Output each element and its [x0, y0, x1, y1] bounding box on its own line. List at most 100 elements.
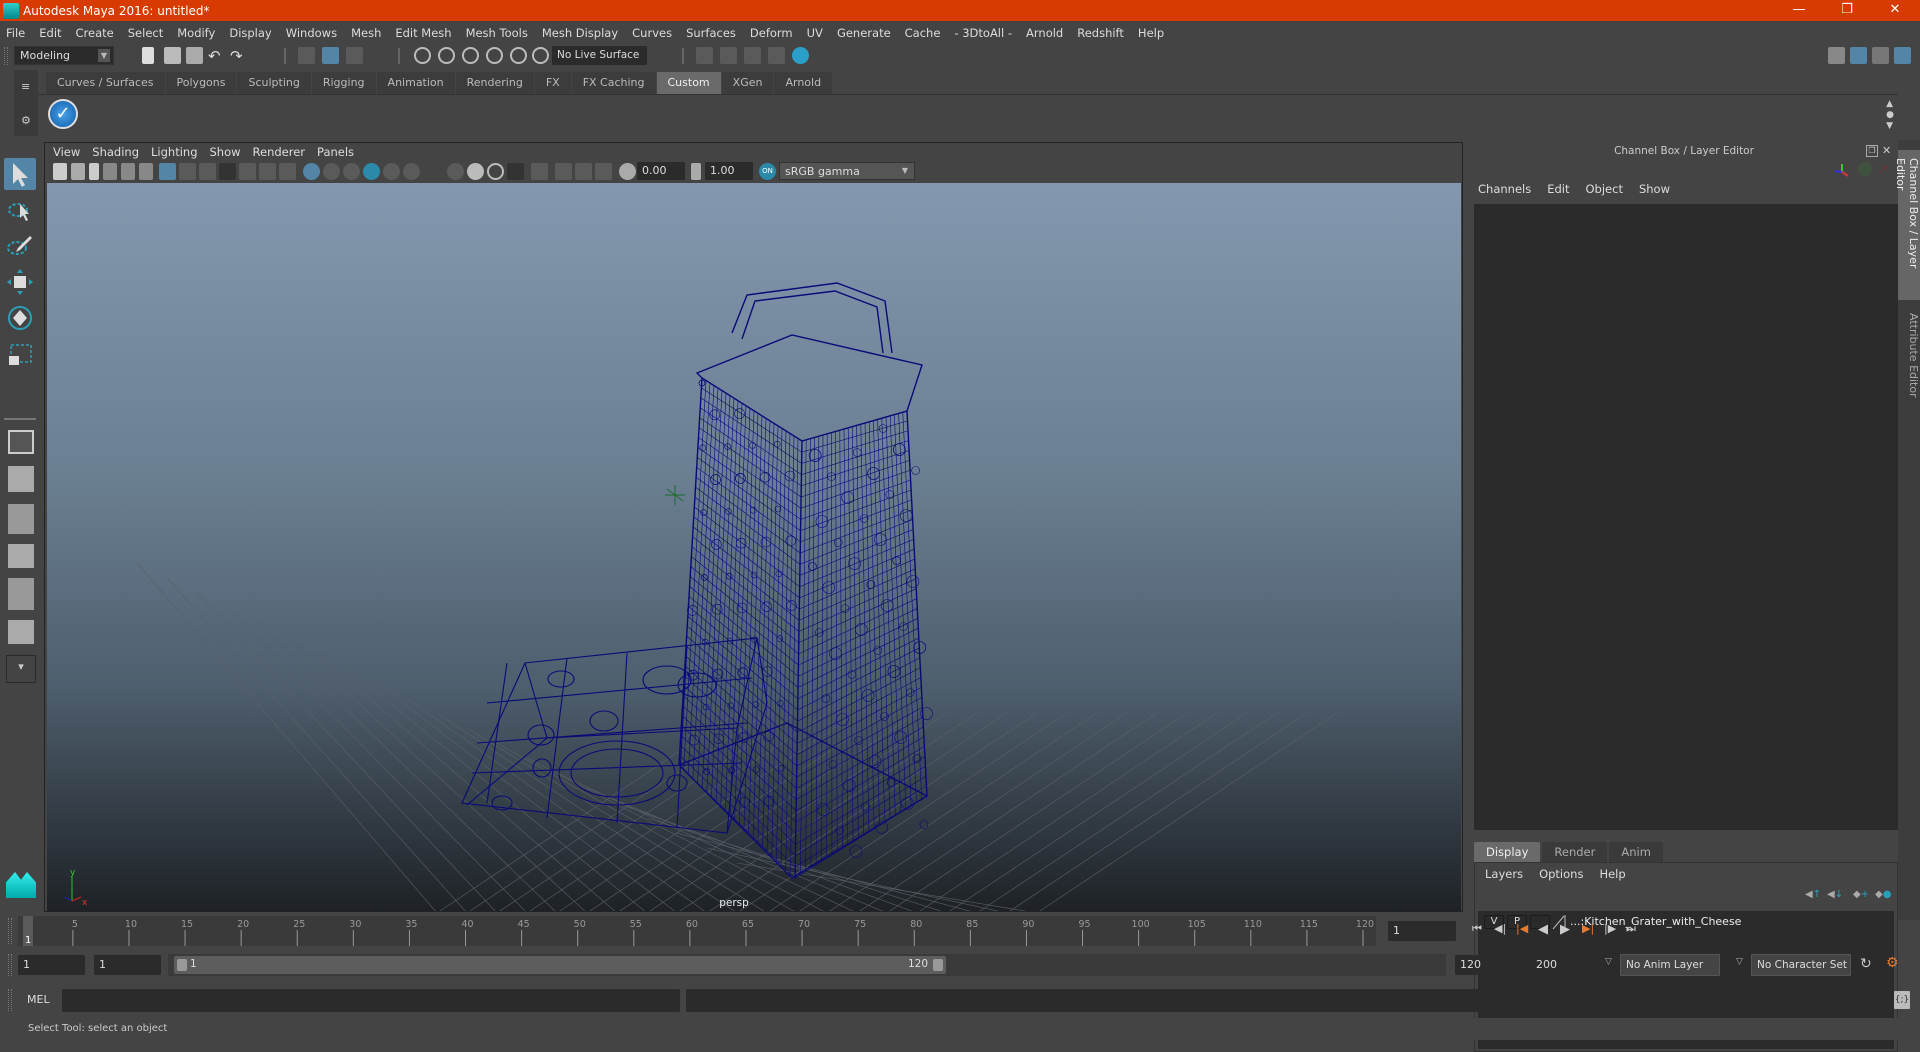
tab-channel-box-layer-editor[interactable]: Channel Box / Layer Editor	[1894, 150, 1920, 300]
camera-attributes-icon[interactable]	[71, 163, 85, 180]
anim-layer-dropdown[interactable]: No Anim Layer	[1620, 954, 1720, 976]
select-tool-button[interactable]	[4, 158, 36, 190]
ipr-render-icon[interactable]	[744, 47, 761, 64]
shelf-tab-sculpting[interactable]: Sculpting	[237, 72, 312, 94]
gamma-field[interactable]: 1.00	[705, 162, 753, 180]
play-backwards-icon[interactable]: ◀	[1538, 922, 1548, 937]
new-scene-icon[interactable]	[142, 47, 154, 64]
shelf-tab-fx[interactable]: FX	[534, 72, 572, 94]
script-editor-icon[interactable]: {;}	[1894, 991, 1910, 1009]
channel-box-toggle-icon[interactable]	[1894, 47, 1911, 64]
lasso-tool-button[interactable]	[4, 194, 36, 226]
move-layer-down-icon[interactable]: ◀↓	[1827, 889, 1843, 900]
range-end-handle[interactable]	[933, 959, 943, 971]
viewport-menu-panels[interactable]: Panels	[317, 145, 354, 159]
safe-action-icon[interactable]	[259, 163, 276, 180]
render-frame-icon[interactable]	[696, 47, 713, 64]
drag-handle[interactable]	[4, 47, 8, 65]
character-set-dropdown-arrow-icon[interactable]: ▽	[1736, 957, 1743, 967]
move-tool-button[interactable]	[4, 266, 36, 298]
range-slider[interactable]: 1 120	[174, 956, 946, 974]
character-set-dropdown[interactable]: No Character Set	[1751, 954, 1851, 976]
layout-options-button[interactable]: ▾	[6, 655, 36, 683]
undo-icon[interactable]: ↶	[208, 47, 225, 65]
channel-box-menu-object[interactable]: Object	[1586, 182, 1623, 196]
viewport-menu-lighting[interactable]: Lighting	[151, 145, 197, 159]
current-frame-field[interactable]: 1	[1388, 921, 1456, 941]
shelf-tab-fx-caching[interactable]: FX Caching	[571, 72, 657, 94]
menu-uv[interactable]: UV	[807, 26, 823, 40]
select-object-icon[interactable]	[322, 47, 339, 64]
viewport-menu-renderer[interactable]: Renderer	[253, 145, 306, 159]
close-button[interactable]: ✕	[1872, 0, 1918, 21]
snap-live-icon[interactable]	[510, 47, 527, 64]
menu-surfaces[interactable]: Surfaces	[686, 26, 736, 40]
viewport-menu-show[interactable]: Show	[210, 145, 241, 159]
menu-modify[interactable]: Modify	[177, 26, 215, 40]
step-forward-key-icon[interactable]: ▶|	[1582, 922, 1594, 935]
modeling-toolkit-icon[interactable]	[1828, 47, 1845, 64]
command-line-drag-handle[interactable]	[8, 989, 12, 1011]
playback-start-field[interactable]: 1	[94, 955, 161, 975]
attribute-editor-toggle-icon[interactable]	[1850, 47, 1867, 64]
menu-mesh-display[interactable]: Mesh Display	[542, 26, 618, 40]
color-space-dropdown[interactable]: sRGB gamma ▼	[779, 162, 915, 180]
snap-surface-icon[interactable]	[532, 47, 549, 64]
channel-box-menu-channels[interactable]: Channels	[1478, 182, 1531, 196]
menu-3dtoall[interactable]: - 3DtoAll -	[954, 26, 1012, 40]
shelf-tab-custom[interactable]: Custom	[656, 72, 722, 94]
smooth-shade-icon[interactable]	[323, 163, 340, 180]
redo-icon[interactable]: ↷	[230, 47, 247, 65]
xray-joints-icon[interactable]	[467, 163, 484, 180]
layer-menu-layers[interactable]: Layers	[1485, 867, 1523, 881]
maximize-button[interactable]: ❐	[1824, 0, 1870, 21]
command-input[interactable]	[62, 989, 680, 1012]
ambient-occlusion-icon[interactable]	[423, 163, 440, 180]
menu-cache[interactable]: Cache	[905, 26, 941, 40]
select-hierarchy-icon[interactable]	[298, 47, 315, 64]
2d-pan-zoom-icon[interactable]	[121, 163, 135, 180]
textured-icon[interactable]	[363, 163, 380, 180]
hyperbolic-toggle-icon[interactable]: ↗	[1878, 162, 1892, 176]
time-slider[interactable]: 1 5 10 15 20 25 30 35 40 45 50 55 60 65 70 75 80 85 90 95 10…	[18, 916, 1376, 946]
select-camera-icon[interactable]	[531, 163, 548, 180]
xray-icon[interactable]	[447, 163, 464, 180]
step-forward-frame-icon[interactable]: |▶	[1604, 922, 1616, 935]
image-plane-icon[interactable]	[103, 163, 117, 180]
3d-viewport[interactable]: y x persp	[47, 183, 1461, 911]
persp-graph-layout-icon[interactable]	[8, 544, 34, 568]
menuset-dropdown[interactable]: Modeling ▼	[14, 46, 114, 65]
scale-tool-button[interactable]	[4, 338, 36, 370]
range-start-handle[interactable]	[177, 959, 187, 971]
render-sequence-icon[interactable]	[720, 47, 737, 64]
speed-toggle-icon[interactable]	[1858, 162, 1872, 176]
film-gate-icon[interactable]	[179, 163, 196, 180]
hypershade-icon[interactable]	[792, 47, 809, 64]
menu-mesh-tools[interactable]: Mesh Tools	[466, 26, 528, 40]
go-to-end-icon[interactable]: ⏭	[1626, 922, 1636, 936]
shelf-tab-polygons[interactable]: Polygons	[165, 72, 238, 94]
menu-edit-mesh[interactable]: Edit Mesh	[395, 26, 451, 40]
hypershade-persp-layout-icon[interactable]	[8, 578, 34, 610]
menu-deform[interactable]: Deform	[750, 26, 793, 40]
snap-point-icon[interactable]	[462, 47, 479, 64]
shelf-scroll-arrows[interactable]: ▲ ● ▼	[1886, 99, 1894, 132]
isolate-select-icon[interactable]	[507, 163, 524, 180]
camera-select-icon[interactable]	[53, 163, 67, 180]
menu-curves[interactable]: Curves	[632, 26, 672, 40]
tab-attribute-editor[interactable]: Attribute Editor	[1898, 305, 1920, 405]
exposure-icon[interactable]	[619, 163, 636, 180]
exposure-field[interactable]: 0.00	[637, 162, 685, 180]
timeline-drag-handle[interactable]	[8, 918, 12, 944]
menu-generate[interactable]: Generate	[837, 26, 891, 40]
close-panel-icon[interactable]: ✕	[1882, 144, 1894, 157]
move-layer-up-icon[interactable]: ◀↑	[1805, 889, 1821, 900]
menu-edit[interactable]: Edit	[39, 26, 61, 40]
safe-title-icon[interactable]	[279, 163, 296, 180]
step-back-frame-icon[interactable]: ◀​|	[1494, 922, 1506, 935]
use-all-lights-icon[interactable]	[383, 163, 400, 180]
viewport-menu-view[interactable]: View	[53, 145, 80, 159]
rotate-tool-button[interactable]	[4, 302, 36, 334]
shelf-tab-arnold[interactable]: Arnold	[774, 72, 834, 94]
checkmark-script-icon[interactable]: ✓	[48, 99, 78, 129]
